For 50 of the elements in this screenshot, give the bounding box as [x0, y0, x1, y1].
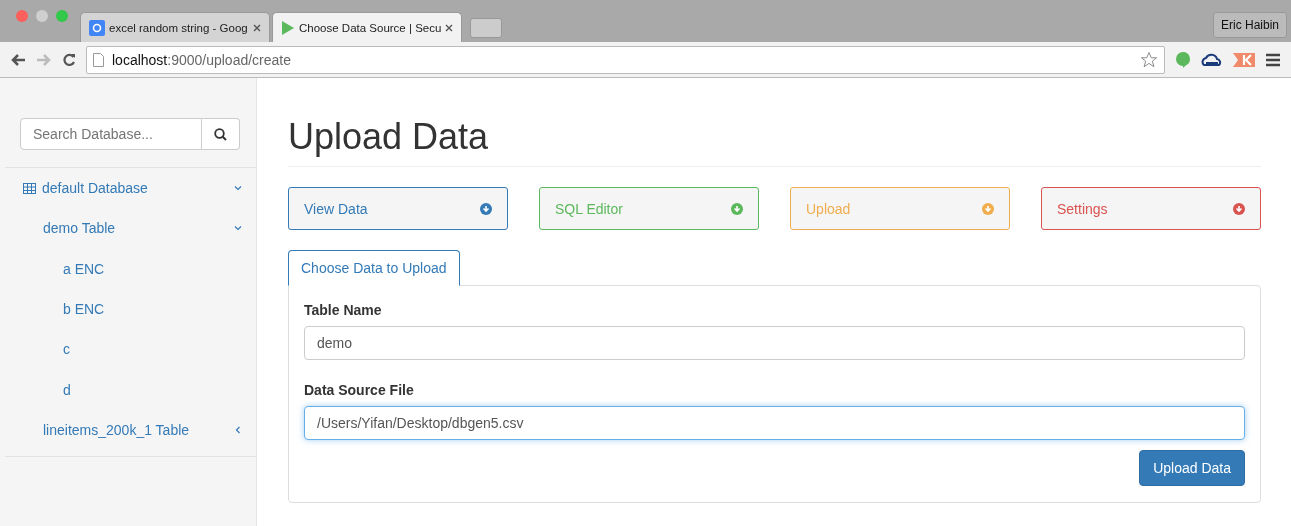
chevron-down-icon	[234, 224, 242, 233]
address-bar[interactable]: localhost:9000/upload/create	[86, 45, 1165, 74]
speech-bubble-icon[interactable]	[1175, 50, 1191, 69]
chevron-down-icon	[234, 184, 242, 193]
search-button[interactable]	[202, 118, 240, 150]
page-icon	[93, 52, 104, 67]
down-circle-icon	[480, 202, 492, 215]
form-tab[interactable]: Choose Data to Upload	[288, 250, 460, 286]
text-field[interactable]: demo	[304, 326, 1245, 360]
text-field[interactable]: /Users/Yifan/Desktop/dbgen5.csv	[304, 406, 1245, 440]
table-grid-icon	[23, 182, 36, 194]
chevron-left-icon	[234, 425, 242, 434]
search-field[interactable]: Search Database...	[20, 118, 202, 150]
browser-tab[interactable]: excel random string - Goog	[80, 12, 270, 42]
down-circle-icon	[982, 202, 994, 215]
tree-item[interactable]: b ENC	[63, 301, 105, 318]
close-tab-icon[interactable]	[253, 23, 261, 32]
forward-arrow-icon[interactable]	[36, 52, 52, 67]
k-badge-icon[interactable]	[1233, 51, 1255, 68]
tree-item[interactable]: d	[63, 381, 71, 398]
menu-icon[interactable]	[1265, 52, 1281, 67]
panel-label: Settings	[1057, 200, 1108, 217]
tree-item[interactable]: a ENC	[63, 260, 105, 277]
reload-icon[interactable]	[62, 52, 76, 67]
tree-item[interactable]: c	[63, 341, 70, 358]
panel-label: SQL Editor	[555, 200, 623, 217]
new-tab-button[interactable]	[470, 18, 503, 38]
close-tab-icon[interactable]	[445, 23, 454, 32]
down-circle-icon	[1233, 202, 1245, 215]
star-icon[interactable]	[1140, 50, 1158, 69]
search-icon	[214, 127, 227, 141]
field-label: Table Name	[304, 302, 383, 318]
panel-label: Upload	[806, 200, 851, 217]
back-arrow-icon[interactable]	[10, 52, 26, 67]
section-panel[interactable]: Settings	[1041, 187, 1261, 230]
profile-button[interactable]: Eric Haibin	[1212, 12, 1287, 38]
upload-data-button[interactable]: Upload Data	[1139, 450, 1245, 486]
browser-tab[interactable]: Choose Data Source | Secu	[272, 12, 463, 42]
tree-item[interactable]: default Database	[42, 180, 148, 197]
section-panel[interactable]: View Data	[288, 187, 508, 230]
url-text: localhost:9000/upload/create	[112, 51, 292, 68]
play-favicon-icon	[281, 19, 295, 36]
field-label: Data Source File	[304, 382, 415, 398]
cloud-icon[interactable]	[1201, 52, 1223, 67]
page-title: Upload Data	[288, 116, 1261, 167]
section-panel[interactable]: SQL Editor	[539, 187, 759, 230]
down-circle-icon	[731, 202, 743, 215]
panel-label: View Data	[304, 200, 368, 217]
tree-item[interactable]: demo Table	[43, 220, 116, 237]
tree-item[interactable]: lineitems_200k_1 Table	[43, 421, 190, 438]
